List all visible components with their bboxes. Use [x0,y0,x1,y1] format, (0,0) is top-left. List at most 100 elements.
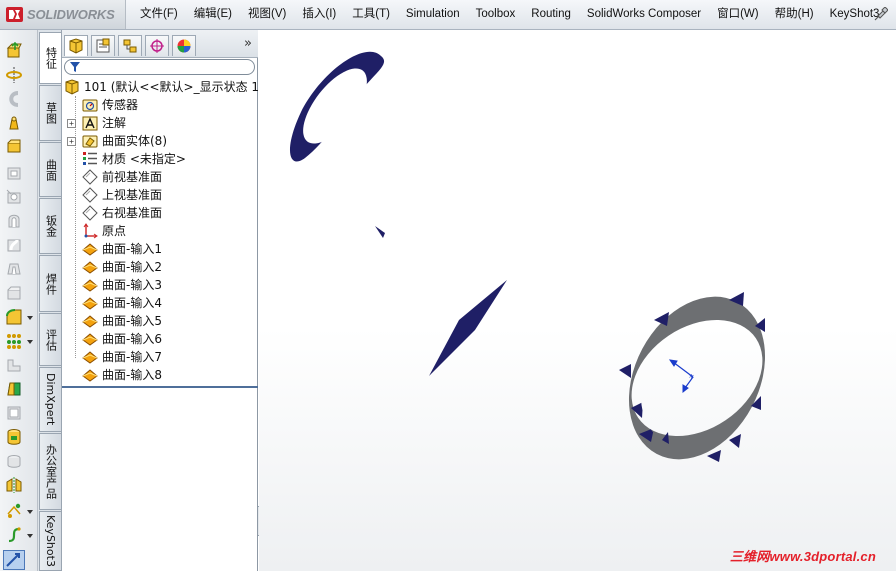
menu-help[interactable]: 帮助(H) [767,0,822,29]
svg-text:*: * [689,373,694,384]
graphics-area[interactable]: * 三维网www.3dportal.cn [259,30,896,571]
reference-geometry-dropdown-icon[interactable] [27,510,33,514]
property-manager-icon [96,38,110,53]
tab-label: 焊件 [44,272,58,295]
imported-surface-icon [82,241,98,257]
revolved-boss-icon[interactable] [5,66,23,84]
reference-geometry-icon[interactable] [5,502,23,520]
fillet-dropdown-icon[interactable] [27,316,33,320]
tree-item-label: 原点 [102,224,127,238]
imported-surface-icon [82,313,98,329]
tree-item-surface-import-2[interactable]: 曲面-输入2 [62,258,258,276]
model-view[interactable]: * [259,30,896,571]
curves-icon[interactable] [5,526,23,544]
swept-boss-icon [5,90,23,108]
tree-item-material[interactable]: 材质 <未指定> [62,150,258,168]
tree-item-origin[interactable]: 原点 [62,222,258,240]
menu-insert[interactable]: 插入(I) [294,0,344,29]
tab-evaluate[interactable]: 评估 [39,313,61,366]
solidworks-logo[interactable]: SOLIDWORKS [0,0,126,29]
tree-item-right-plane[interactable]: 右视基准面 [62,204,258,222]
tree-item-front-plane[interactable]: 前视基准面 [62,168,258,186]
tree-item-sensors[interactable]: 传感器 [62,96,258,114]
tree-item-label: 注解 [102,116,127,130]
tree-item-label: 曲面-输入4 [102,296,162,310]
tree-filter-field[interactable] [64,59,255,75]
origin-icon [82,223,98,239]
tree-item-annotations[interactable]: + 注解 [62,114,258,132]
tree-item-surface-import-6[interactable]: 曲面-输入6 [62,330,258,348]
ds-logo-icon [6,7,23,22]
property-manager-tab[interactable] [91,35,115,56]
linear-pattern-icon[interactable] [5,332,23,350]
surface-body-ring-lower[interactable] [602,273,792,483]
configuration-manager-tab[interactable] [118,35,142,56]
tab-sheet-metal[interactable]: 钣金 [39,198,61,254]
tab-label: 特征 [44,47,58,69]
expand-toggle[interactable]: + [67,119,76,128]
draft-icon[interactable] [5,380,23,398]
expand-toggle[interactable]: + [67,137,76,146]
lofted-boss-icon[interactable] [5,114,23,132]
surface-body-rhombus[interactable] [429,280,507,376]
pin-icon[interactable] [874,7,888,21]
tab-sketch[interactable]: 草图 [39,85,61,141]
fillet-icon[interactable] [5,308,23,326]
plane-icon [82,169,98,185]
tree-item-surface-bodies[interactable]: + 曲面实体(8) [62,132,258,150]
mirror-icon[interactable] [5,476,23,494]
rollback-bar[interactable] [62,386,258,388]
tree-item-surface-import-5[interactable]: 曲面-输入5 [62,312,258,330]
menu-simulation[interactable]: Simulation [398,0,468,29]
tree-item-top-plane[interactable]: 上视基准面 [62,186,258,204]
surface-body-fragment[interactable] [375,226,385,238]
plane-icon [82,187,98,203]
menu-solidworks-composer[interactable]: SolidWorks Composer [579,0,709,29]
tree-item-label: 右视基准面 [102,206,163,220]
menu-list: 文件(F) 编辑(E) 视图(V) 插入(I) 工具(T) Simulation… [132,0,887,29]
command-toolbar [0,30,38,571]
wrap-icon[interactable] [5,428,23,446]
pattern-dropdown-icon[interactable] [27,340,33,344]
curves-dropdown-icon[interactable] [27,534,33,538]
hole-wizard-icon [5,188,23,206]
dimxpert-manager-tab[interactable] [145,35,169,56]
command-manager-tabs: 特征 草图 曲面 钣金 焊件 评估 DimXpert 办公室产品 KeyShot… [38,30,62,571]
filter-icon [70,62,80,72]
menu-edit[interactable]: 编辑(E) [186,0,240,29]
menu-file[interactable]: 文件(F) [132,0,186,29]
tree-item-label: 曲面实体(8) [102,134,167,148]
menu-tools[interactable]: 工具(T) [344,0,398,29]
instant3d-icon[interactable] [3,550,25,570]
menu-toolbox[interactable]: Toolbox [468,0,524,29]
display-manager-tab[interactable] [172,35,196,56]
tab-features[interactable]: 特征 [39,32,61,84]
menu-window[interactable]: 窗口(W) [709,0,767,29]
tree-item-surface-import-8[interactable]: 曲面-输入8 [62,366,258,384]
feature-manager-tab[interactable] [64,35,88,56]
configuration-manager-icon [123,39,137,53]
tree-root-part[interactable]: 101 (默认<<默认>_显示状态 1 [62,78,259,96]
tree-item-surface-import-1[interactable]: 曲面-输入1 [62,240,258,258]
tree-item-surface-import-3[interactable]: 曲面-输入3 [62,276,258,294]
menu-routing[interactable]: Routing [523,0,579,29]
panel-tab-strip: » [62,30,258,58]
imported-surface-icon [82,277,98,293]
tab-office-products[interactable]: 办公室产品 [39,433,61,510]
tab-dimxpert[interactable]: DimXpert [39,367,61,432]
tree-item-surface-import-4[interactable]: 曲面-输入4 [62,294,258,312]
tab-keyshot3[interactable]: KeyShot3 [39,511,61,571]
feature-manager-panel: » 101 (默认<<默认>_显示状态 1 传感器 + 注解 + 曲面实体(8)… [62,30,259,571]
surface-body-ring-upper[interactable] [289,51,385,162]
imported-surface-icon [82,259,98,275]
imported-surface-icon [82,349,98,365]
tree-item-surface-import-7[interactable]: 曲面-输入7 [62,348,258,366]
menu-view[interactable]: 视图(V) [240,0,294,29]
tab-surfaces[interactable]: 曲面 [39,142,61,197]
tab-weldments[interactable]: 焊件 [39,255,61,312]
dome-icon [5,452,23,470]
boundary-boss-icon[interactable] [5,138,23,156]
panel-expand-button[interactable]: » [244,36,252,51]
extruded-boss-icon[interactable] [5,42,23,60]
rib-icon [5,356,23,374]
